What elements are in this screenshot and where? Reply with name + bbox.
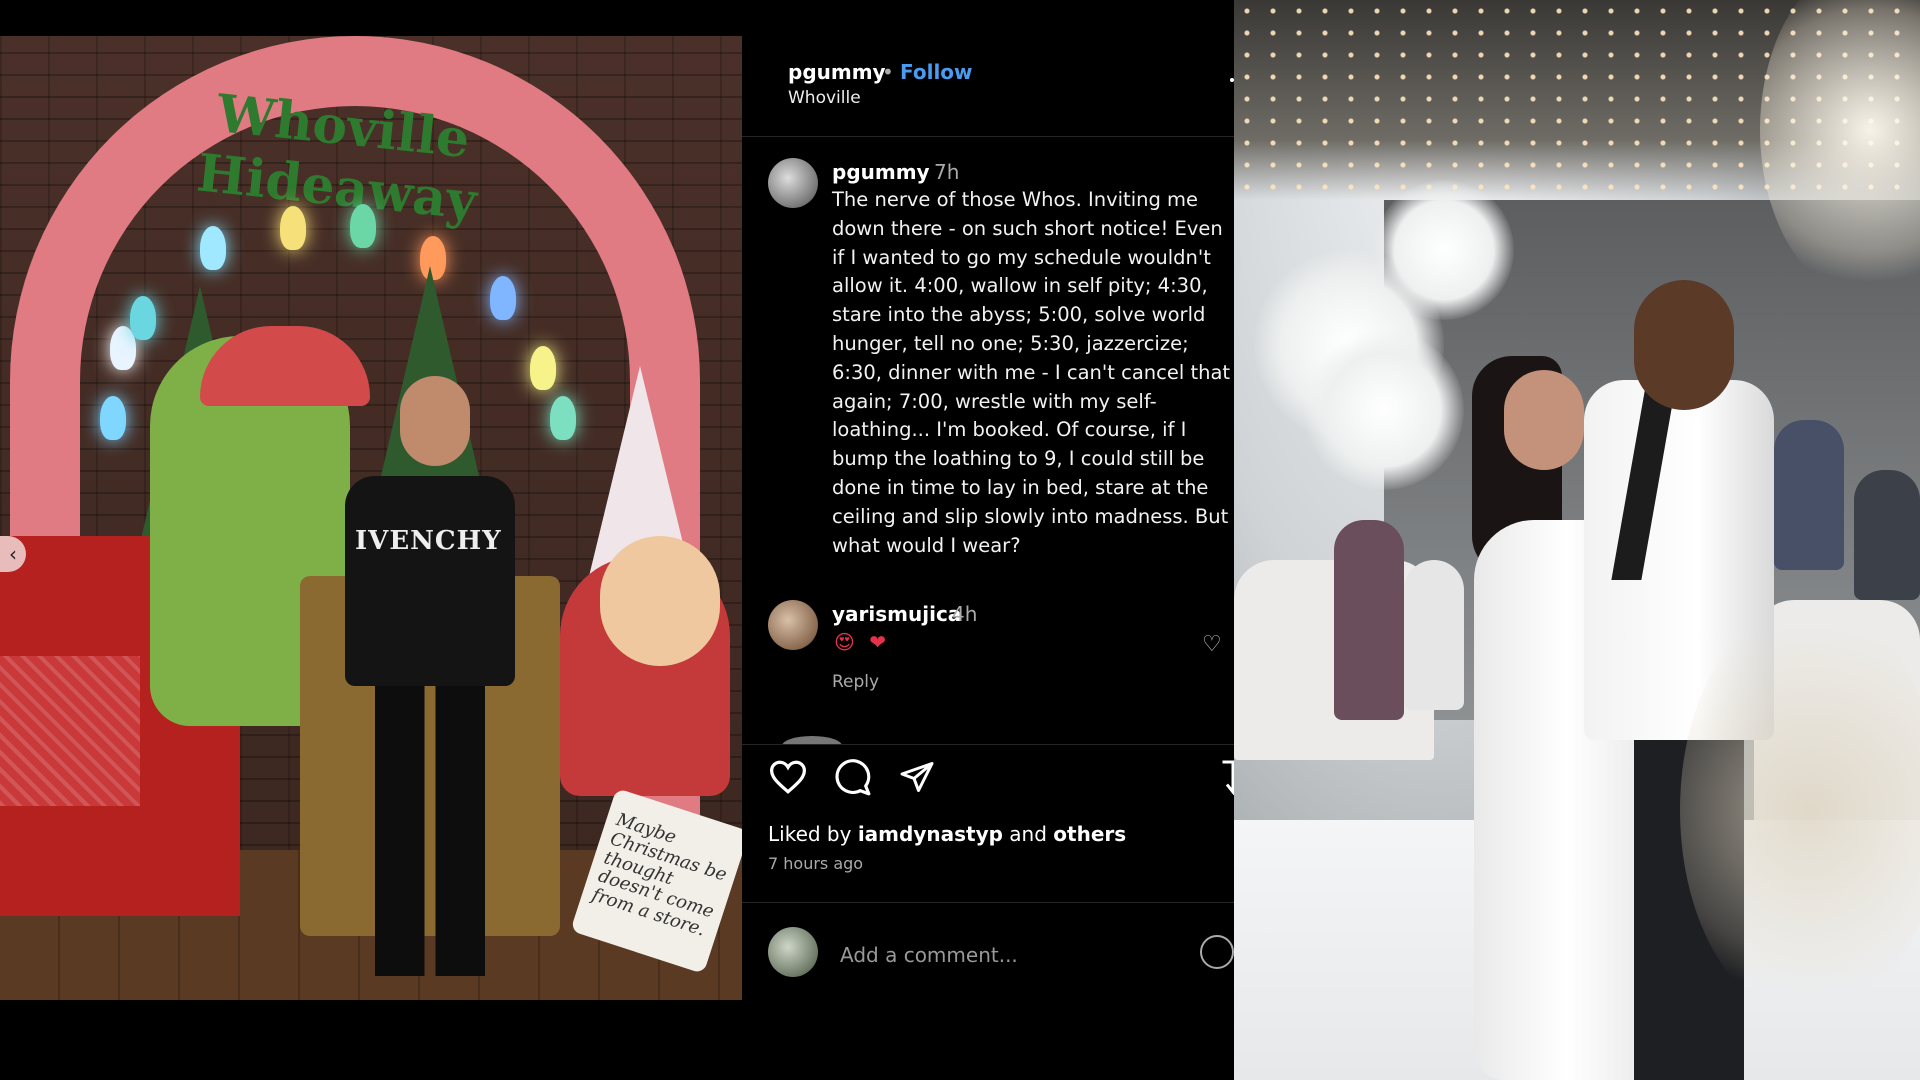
posted-ago: 7 hours ago [768,854,864,873]
reply-button[interactable]: Reply [832,672,879,692]
pillow-text: Maybe Christmas be thought doesn't come … [589,809,730,941]
groom-head [1634,280,1734,410]
guest [1334,520,1404,720]
caption-time: 7h [934,160,960,184]
comment-time: 4h [952,602,978,626]
share-icon[interactable] [898,759,936,795]
add-comment-input[interactable]: Add a comment... [840,943,1018,967]
comment-bar: Add a comment... [742,902,1234,1001]
likes-prefix: Liked by [768,822,852,846]
flower-arrangement [1374,180,1514,320]
header-location[interactable]: Whoville [788,88,861,108]
post-photo[interactable]: Whoville Hideaway IVENCHY Maybe Christma… [0,36,742,1000]
bookmark-icon[interactable] [1220,759,1234,795]
cindy-lou-face [600,536,720,666]
post-header: pgummy • Follow Whoville [742,36,1234,137]
likes-joiner: and [1009,822,1047,846]
instagram-post-panel: pgummy • Follow Whoville pgummy 7h The n… [742,36,1234,1000]
woman-figure: IVENCHY [330,366,520,976]
caption-avatar[interactable] [768,158,818,208]
caption-text: The nerve of those Whos. Inviting me dow… [832,188,1231,557]
follow-button[interactable]: Follow [900,60,973,84]
emoji-icon[interactable] [1200,935,1234,969]
guest [1404,560,1464,710]
next-comment-clipped [782,736,1202,744]
flower-arrangement [1304,330,1464,490]
likes-user[interactable]: iamdynastyp [858,822,1003,846]
likes-others[interactable]: others [1053,822,1126,846]
sweater-logo: IVENCHY [355,526,502,556]
header-username[interactable]: pgummy [788,60,886,84]
action-bar [742,744,1234,796]
likes-summary: Liked by iamdynastyp and others [768,822,1126,846]
comment-text: 😍 ❤ [834,630,890,654]
heart-icon[interactable] [768,759,808,795]
viewer-avatar [768,927,818,977]
comment-icon[interactable] [834,759,872,797]
guest [1774,420,1844,570]
guest [1854,470,1920,600]
comment-username[interactable]: yarismujica [832,602,961,626]
wedding-photo [1234,0,1920,1080]
bride-head [1504,370,1584,470]
caption-username[interactable]: pgummy [832,160,930,184]
comment-avatar[interactable] [768,600,818,650]
header-separator: • [882,60,894,84]
comment-heart-icon[interactable]: ♡ [1202,632,1222,657]
gift-box [0,656,140,806]
